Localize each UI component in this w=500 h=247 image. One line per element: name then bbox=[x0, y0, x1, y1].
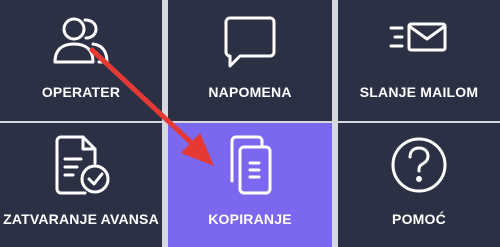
copy-documents-icon bbox=[218, 133, 282, 197]
kopiranje-label: KOPIRANJE bbox=[208, 211, 292, 227]
envelope-icon bbox=[387, 12, 451, 76]
pomoc-label: POMOĆ bbox=[392, 211, 446, 227]
slanje-mailom-label: SLANJE MAILOM bbox=[359, 84, 479, 100]
napomena-label: NAPOMENA bbox=[208, 84, 292, 100]
zatvaranje-avansa-button[interactable]: ZATVARANJE AVANSA bbox=[0, 123, 162, 247]
document-check-icon bbox=[49, 133, 113, 197]
pomoc-button[interactable]: POMOĆ bbox=[338, 123, 500, 247]
zatvaranje-avansa-label: ZATVARANJE AVANSA bbox=[3, 211, 159, 227]
operater-button[interactable]: OPERATER bbox=[0, 0, 162, 121]
napomena-button[interactable]: NAPOMENA bbox=[168, 0, 332, 121]
menu-grid: OPERATER NAPOMENA SLANJE MAILOM ZATVARAN… bbox=[0, 0, 500, 247]
slanje-mailom-button[interactable]: SLANJE MAILOM bbox=[338, 0, 500, 121]
speech-bubble-icon bbox=[218, 12, 282, 76]
question-circle-icon bbox=[387, 133, 451, 197]
operater-label: OPERATER bbox=[41, 84, 121, 100]
users-icon bbox=[49, 12, 113, 76]
kopiranje-button[interactable]: KOPIRANJE bbox=[168, 123, 332, 247]
